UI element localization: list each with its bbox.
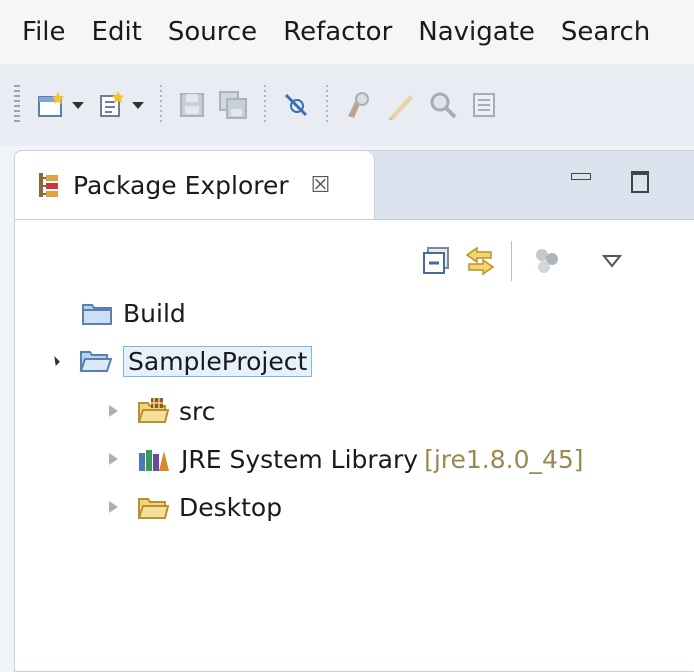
library-icon: [137, 445, 171, 473]
view-tab-strip: Package Explorer ☒: [15, 151, 694, 220]
block-selection-icon: [473, 93, 495, 117]
skip-breakpoints-button[interactable]: [282, 91, 310, 119]
save-icon: [180, 93, 204, 117]
collapsed-arrow-icon[interactable]: [103, 405, 123, 417]
view-toolbar: [415, 241, 628, 281]
menu-edit[interactable]: Edit: [74, 0, 150, 64]
package-explorer-view: Package Explorer ☒ Build SampleProject s…: [14, 150, 694, 672]
skip-breakpoints-icon: [284, 93, 308, 117]
toolbar-separator: [264, 85, 266, 125]
new-wizard-icon: [38, 92, 64, 117]
collapse-all-button[interactable]: [421, 246, 451, 276]
package-explorer-icon: [39, 173, 58, 197]
tab-package-explorer[interactable]: Package Explorer ☒: [15, 151, 375, 219]
maximize-button[interactable]: [631, 171, 649, 193]
view-toolbar-separator: [511, 241, 512, 281]
tree-item-jre-system-library[interactable]: JRE System Library [jre1.8.0_45]: [103, 437, 584, 481]
menu-file[interactable]: File: [0, 0, 74, 64]
menu-navigate[interactable]: Navigate: [400, 0, 543, 64]
project-open-icon: [79, 347, 113, 375]
tree-item-desktop[interactable]: Desktop: [103, 485, 282, 529]
jre-version-decoration: [jre1.8.0_45]: [424, 444, 584, 474]
toolbar-grip[interactable]: [14, 85, 20, 125]
toolbar-separator: [326, 85, 328, 125]
save-button[interactable]: [178, 91, 206, 119]
filters-icon: [536, 249, 558, 273]
link-with-editor-icon: [465, 246, 495, 276]
tree-item-label: JRE System Library: [181, 444, 419, 474]
save-all-icon: [219, 91, 247, 119]
tree-item-label: Build: [123, 298, 186, 328]
minimize-button[interactable]: [571, 173, 591, 180]
link-with-editor-button[interactable]: [463, 244, 497, 278]
tab-label: Package Explorer: [73, 170, 289, 200]
collapsed-arrow-icon[interactable]: [103, 453, 123, 465]
source-folder-icon: [137, 397, 169, 425]
menu-search[interactable]: Search: [543, 0, 658, 64]
tree-item-label: Desktop: [179, 492, 283, 522]
save-all-button[interactable]: [218, 90, 248, 120]
mark-occurrences-icon: [348, 92, 369, 118]
chevron-down-icon[interactable]: [72, 101, 84, 109]
tree-item-label: SampleProject: [123, 345, 313, 377]
menu-refactor[interactable]: Refactor: [265, 0, 400, 64]
tree-item-src[interactable]: src: [103, 389, 216, 433]
toggle-edit-button[interactable]: [386, 90, 416, 120]
mark-occurrences-button[interactable]: [344, 90, 374, 120]
toggle-edit-icon: [389, 95, 413, 120]
close-icon[interactable]: ☒: [311, 173, 331, 198]
search-button[interactable]: [428, 90, 458, 120]
block-selection-button[interactable]: [470, 91, 498, 119]
view-menu-button[interactable]: [602, 254, 622, 268]
main-toolbar: [0, 64, 694, 146]
search-icon: [430, 92, 457, 119]
expanded-arrow-icon[interactable]: [45, 356, 65, 366]
menu-bar: File Edit Source Refactor Navigate Searc…: [0, 0, 694, 64]
toolbar-separator: [160, 85, 162, 125]
chevron-down-icon[interactable]: [132, 101, 144, 109]
folder-icon: [137, 493, 169, 521]
filters-button[interactable]: [532, 246, 562, 276]
collapsed-arrow-icon[interactable]: [103, 501, 123, 513]
tree-item-sampleproject[interactable]: SampleProject: [45, 339, 313, 383]
tree-item-label: src: [179, 396, 216, 426]
new-java-icon: [100, 91, 124, 117]
project-closed-icon: [81, 299, 113, 327]
view-menu-icon: [602, 255, 622, 268]
new-java-button[interactable]: [96, 90, 144, 120]
tree-item-build[interactable]: Build: [81, 291, 186, 335]
new-wizard-button[interactable]: [36, 90, 84, 120]
menu-source[interactable]: Source: [150, 0, 265, 64]
collapse-all-icon: [423, 247, 449, 274]
